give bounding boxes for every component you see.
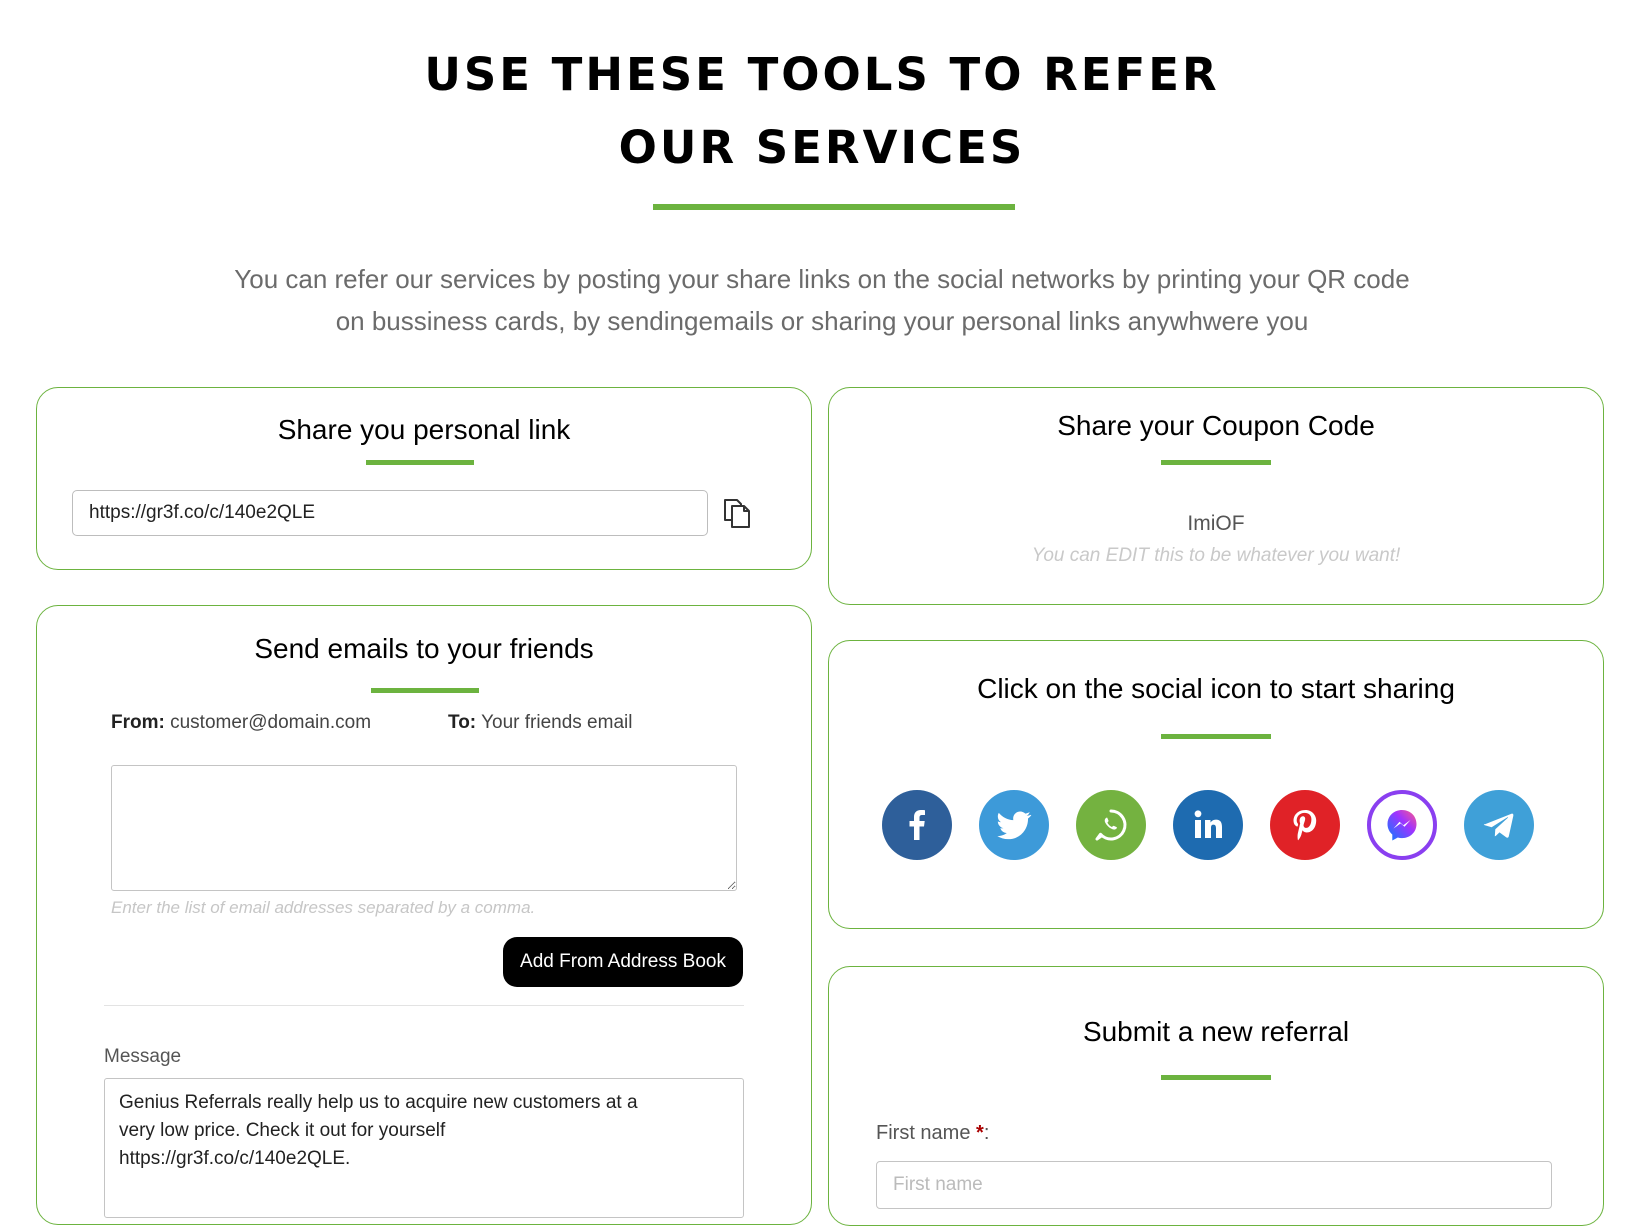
divider xyxy=(104,1005,744,1006)
referral-title: Submit a new referral xyxy=(1082,1016,1350,1047)
title-underline xyxy=(653,204,1015,210)
coupon-underline xyxy=(1161,460,1271,465)
message-label: Message xyxy=(104,1046,182,1067)
social-title: Click on the social icon to start sharin… xyxy=(977,673,1455,704)
add-from-address-book-button[interactable]: Add From Address Book xyxy=(503,937,743,987)
copy-icon[interactable] xyxy=(720,496,754,530)
required-mark: * xyxy=(976,1122,984,1144)
from-label: From: xyxy=(111,712,165,733)
social-icons-row xyxy=(882,790,1562,862)
page-title-line2: OUR SERVICES xyxy=(618,121,1026,174)
social-share-card: Click on the social icon to start sharin… xyxy=(828,640,1604,929)
message-input[interactable]: Genius Referrals really help us to acqui… xyxy=(104,1078,744,1218)
first-name-label-text: First name xyxy=(876,1122,971,1144)
email-title: Send emails to your friends xyxy=(254,633,594,664)
to-value: Your friends email xyxy=(481,712,633,733)
personal-link-underline xyxy=(366,460,474,465)
coupon-code[interactable]: ImiOF xyxy=(829,512,1603,536)
page-title-line1: USE THESE TOOLS TO REFER xyxy=(424,48,1220,101)
facebook-icon[interactable] xyxy=(882,790,952,860)
coupon-hint: You can EDIT this to be whatever you wan… xyxy=(1031,545,1401,566)
intro-line1: You can refer our services by posting yo… xyxy=(234,264,1410,294)
personal-link-title: Share you personal link xyxy=(277,414,571,445)
coupon-card: Share your Coupon Code ImiOF You can EDI… xyxy=(828,387,1604,605)
first-name-input[interactable] xyxy=(876,1161,1552,1209)
personal-link-input[interactable] xyxy=(72,490,708,536)
social-underline xyxy=(1161,734,1271,739)
coupon-title: Share your Coupon Code xyxy=(1057,410,1375,441)
from-value: customer@domain.com xyxy=(170,712,372,733)
to-label: To: xyxy=(448,712,477,733)
referral-underline xyxy=(1161,1075,1271,1080)
intro-line2: on bussiness cards, by sendingemails or … xyxy=(335,306,1309,336)
emails-hint: Enter the list of email addresses separa… xyxy=(111,898,536,917)
first-name-label: First name *: xyxy=(876,1122,989,1145)
to-row: To: Your friends email xyxy=(448,712,632,734)
messenger-icon[interactable] xyxy=(1367,790,1437,860)
whatsapp-icon[interactable] xyxy=(1076,790,1146,860)
intro-text: You can refer our services by posting yo… xyxy=(150,258,1494,342)
linkedin-icon[interactable] xyxy=(1173,790,1243,860)
referral-card: Submit a new referral First name *: xyxy=(828,966,1604,1226)
personal-link-card: Share you personal link xyxy=(36,387,812,570)
email-card: Send emails to your friends From: custom… xyxy=(36,605,812,1225)
page-title: USE THESE TOOLS TO REFER OUR SERVICES xyxy=(0,38,1644,184)
first-name-label-colon: : xyxy=(983,1122,990,1144)
telegram-icon[interactable] xyxy=(1464,790,1534,860)
email-underline xyxy=(371,688,479,693)
friends-emails-input[interactable] xyxy=(111,765,737,891)
from-row: From: customer@domain.com xyxy=(111,712,371,734)
twitter-icon[interactable] xyxy=(979,790,1049,860)
pinterest-icon[interactable] xyxy=(1270,790,1340,860)
